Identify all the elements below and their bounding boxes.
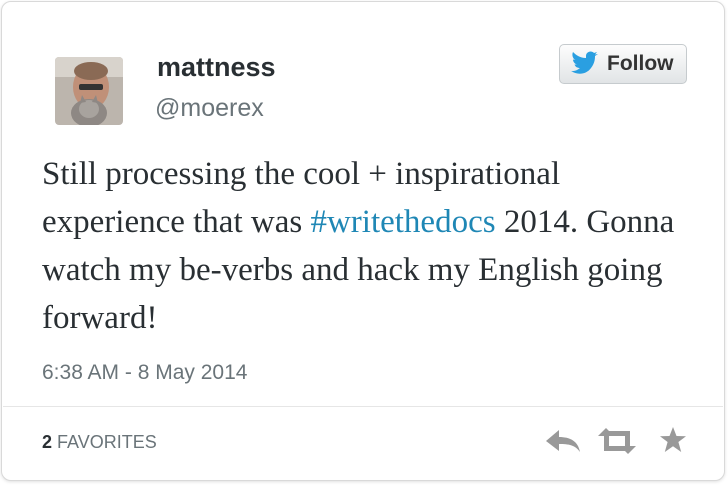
display-name[interactable]: mattness bbox=[157, 51, 276, 83]
reply-icon[interactable] bbox=[544, 426, 582, 461]
follow-button-label: Follow bbox=[607, 52, 674, 75]
twitter-bird-icon bbox=[569, 51, 599, 77]
favorite-star-icon[interactable] bbox=[659, 426, 687, 459]
favorites-stat[interactable]: 2 FAVORITES bbox=[42, 430, 157, 454]
hashtag-link[interactable]: #writethedocs bbox=[310, 204, 495, 240]
tweet-timestamp[interactable]: 6:38 AM - 8 May 2014 bbox=[42, 359, 247, 387]
avatar[interactable] bbox=[55, 57, 123, 125]
divider bbox=[3, 406, 723, 407]
user-handle[interactable]: @moerex bbox=[155, 93, 264, 123]
retweet-icon[interactable] bbox=[596, 426, 638, 461]
tweet-card: mattness @moerex Follow Still processing… bbox=[1, 1, 725, 481]
tweet-text: Still processing the cool + inspirationa… bbox=[42, 150, 692, 342]
follow-button[interactable]: Follow bbox=[559, 44, 687, 84]
favorites-count: 2 bbox=[42, 432, 53, 452]
favorites-label: FAVORITES bbox=[57, 432, 157, 452]
